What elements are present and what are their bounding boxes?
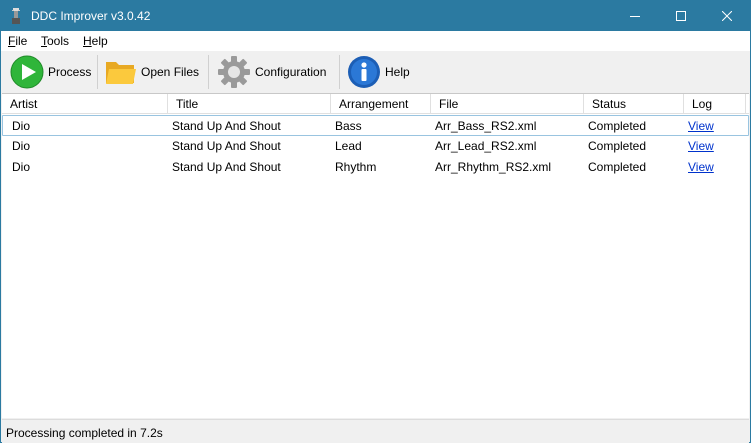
cell-artist: Dio <box>12 139 31 153</box>
toolbar-separator <box>97 55 98 89</box>
menu-help[interactable]: Help <box>83 34 108 48</box>
toolbar: Process Open Files Configuration Help <box>1 51 750 93</box>
close-icon <box>722 11 732 21</box>
column-header-arrangement[interactable]: Arrangement <box>331 94 431 114</box>
cell-title: Stand Up And Shout <box>172 160 281 174</box>
menu-bar: File Tools Help <box>1 31 750 51</box>
table-row[interactable]: Dio Stand Up And Shout Rhythm Arr_Rhythm… <box>2 157 749 178</box>
cell-artist: Dio <box>12 119 31 133</box>
column-header-artist[interactable]: Artist <box>2 94 168 114</box>
menu-file[interactable]: File <box>8 34 27 48</box>
log-view-link[interactable]: View <box>679 136 714 157</box>
cell-title: Stand Up And Shout <box>172 139 281 153</box>
play-icon <box>10 55 44 89</box>
cell-title: Stand Up And Shout <box>172 119 281 133</box>
cell-file: Arr_Rhythm_RS2.xml <box>435 160 552 174</box>
folder-icon <box>106 62 136 84</box>
minimize-button[interactable] <box>612 1 658 31</box>
close-button[interactable] <box>704 1 750 31</box>
cell-status: Completed <box>588 160 647 174</box>
grid-header: Artist Title Arrangement File Status Log <box>2 94 749 114</box>
cell-arrangement: Bass <box>335 119 362 133</box>
toolbar-separator <box>339 55 340 89</box>
cell-file: Arr_Lead_RS2.xml <box>435 139 537 153</box>
table-row[interactable]: Dio Stand Up And Shout Bass Arr_Bass_RS2… <box>2 115 749 136</box>
column-header-title[interactable]: Title <box>168 94 331 114</box>
column-header-status[interactable]: Status <box>584 94 684 114</box>
minimize-icon <box>630 16 640 17</box>
status-text: Processing completed in 7.2s <box>6 426 163 440</box>
table-row[interactable]: Dio Stand Up And Shout Lead Arr_Lead_RS2… <box>2 136 749 157</box>
info-icon <box>348 56 380 88</box>
cell-arrangement: Rhythm <box>335 160 377 174</box>
title-bar[interactable]: DDC Improver v3.0.42 <box>1 1 750 31</box>
open-files-button[interactable]: Open Files <box>105 53 199 91</box>
arrangements-grid[interactable]: Artist Title Arrangement File Status Log… <box>2 93 749 418</box>
maximize-icon <box>676 11 686 21</box>
column-header-file[interactable]: File <box>431 94 584 114</box>
process-button[interactable]: Process <box>10 53 91 91</box>
window-title: DDC Improver v3.0.42 <box>31 9 151 23</box>
app-icon <box>12 8 20 24</box>
log-view-link[interactable]: View <box>679 157 714 178</box>
toolbar-separator <box>208 55 209 89</box>
cell-status: Completed <box>588 119 647 133</box>
configuration-button[interactable]: Configuration <box>217 53 326 91</box>
status-bar: Processing completed in 7.2s <box>2 419 749 443</box>
cell-file: Arr_Bass_RS2.xml <box>435 119 537 133</box>
cell-arrangement: Lead <box>335 139 362 153</box>
column-header-log[interactable]: Log <box>684 94 746 114</box>
cell-status: Completed <box>588 139 647 153</box>
cell-artist: Dio <box>12 160 31 174</box>
maximize-button[interactable] <box>658 1 704 31</box>
gear-icon <box>218 56 250 88</box>
log-view-link[interactable]: View <box>679 116 714 137</box>
menu-tools[interactable]: Tools <box>41 34 69 48</box>
app-window: DDC Improver v3.0.42 File Tools Help Pro… <box>0 0 751 443</box>
help-button[interactable]: Help <box>347 53 410 91</box>
